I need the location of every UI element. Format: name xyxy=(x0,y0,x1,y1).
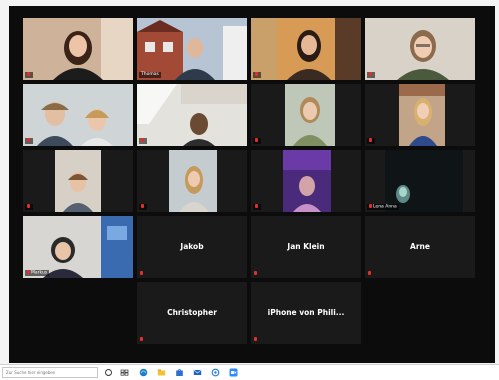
participant-name xyxy=(253,203,261,210)
participant-tile-no-video[interactable]: Arne xyxy=(365,216,475,278)
participant-name xyxy=(253,137,261,144)
microphone-muted-icon xyxy=(255,137,258,142)
video-tile[interactable] xyxy=(365,84,475,146)
video-tile[interactable] xyxy=(251,18,361,80)
microphone-muted-icon xyxy=(27,203,30,208)
participant-name: Lena Anna xyxy=(367,203,399,210)
participant-name: Christopher xyxy=(167,308,217,317)
video-tile[interactable] xyxy=(23,84,133,146)
video-feed xyxy=(251,18,361,80)
file-explorer-icon[interactable] xyxy=(157,368,166,377)
participant-name: Thomas xyxy=(139,72,161,78)
edge-icon[interactable] xyxy=(139,368,148,377)
participant-tile-no-video[interactable]: Jakob xyxy=(137,216,247,278)
video-tile[interactable] xyxy=(251,84,361,146)
microphone-muted-icon xyxy=(369,137,372,142)
video-feed xyxy=(137,150,247,212)
video-feed xyxy=(23,84,133,146)
participant-name xyxy=(367,71,375,78)
microphone-muted-icon xyxy=(255,203,258,208)
video-feed xyxy=(365,18,475,80)
video-feed xyxy=(251,84,361,146)
participant-tile-no-video[interactable]: Jan Klein xyxy=(251,216,361,278)
microphone-muted-icon xyxy=(369,71,372,76)
participant-name: iPhone von Phili... xyxy=(267,308,345,317)
taskbar-search-input[interactable]: Zur Suche hier eingeben xyxy=(2,367,98,378)
microphone-muted-icon xyxy=(368,271,371,275)
video-tile[interactable] xyxy=(251,150,361,212)
participant-name: Arne xyxy=(410,242,430,251)
video-tile[interactable]: Markus xyxy=(23,216,133,278)
microphone-muted-icon xyxy=(27,137,30,142)
microphone-muted-icon xyxy=(255,71,258,76)
video-feed xyxy=(23,150,133,212)
microphone-muted-icon xyxy=(254,271,257,275)
windows-start-icon[interactable] xyxy=(120,368,129,377)
microphone-muted-icon xyxy=(27,71,30,76)
video-tile[interactable] xyxy=(137,150,247,212)
video-tile[interactable]: Lena Anna xyxy=(365,150,475,212)
gallery-view: Thomas Lena Anna Markus Jakob Jan Klein … xyxy=(9,6,495,363)
video-tile[interactable]: Thomas xyxy=(137,18,247,80)
participant-name: Jan Klein xyxy=(287,242,325,251)
microphone-muted-icon xyxy=(140,337,143,341)
zoom-icon[interactable] xyxy=(229,368,238,377)
video-feed xyxy=(137,18,247,80)
participant-name: Jakob xyxy=(180,242,204,251)
participant-name xyxy=(25,203,33,210)
participant-name xyxy=(367,137,375,144)
video-tile-active-speaker[interactable] xyxy=(23,18,133,80)
task-view-icon[interactable] xyxy=(104,368,113,377)
video-feed xyxy=(251,150,361,212)
microphone-muted-icon xyxy=(140,271,143,275)
microphone-muted-icon xyxy=(141,203,144,208)
mail-icon[interactable] xyxy=(193,368,202,377)
video-feed xyxy=(23,18,133,80)
participant-name xyxy=(253,71,261,78)
microphone-muted-icon xyxy=(141,137,144,142)
windows-taskbar: Zur Suche hier eingeben xyxy=(0,364,499,380)
video-tile[interactable] xyxy=(23,150,133,212)
microphone-muted-icon xyxy=(254,337,257,341)
store-icon[interactable] xyxy=(175,368,184,377)
participant-tile-no-video[interactable]: iPhone von Phili... xyxy=(251,282,361,344)
video-feed xyxy=(365,84,475,146)
video-tile[interactable] xyxy=(137,84,247,146)
video-feed xyxy=(137,84,247,146)
participant-name xyxy=(139,137,147,144)
settings-icon[interactable] xyxy=(211,368,220,377)
participant-name xyxy=(139,203,147,210)
video-tile[interactable] xyxy=(365,18,475,80)
participant-tile-no-video[interactable]: Christopher xyxy=(137,282,247,344)
participant-name xyxy=(25,137,33,144)
participant-name xyxy=(25,71,33,78)
microphone-muted-icon xyxy=(27,269,30,274)
microphone-muted-icon xyxy=(369,203,372,208)
participant-name: Markus xyxy=(25,269,50,276)
